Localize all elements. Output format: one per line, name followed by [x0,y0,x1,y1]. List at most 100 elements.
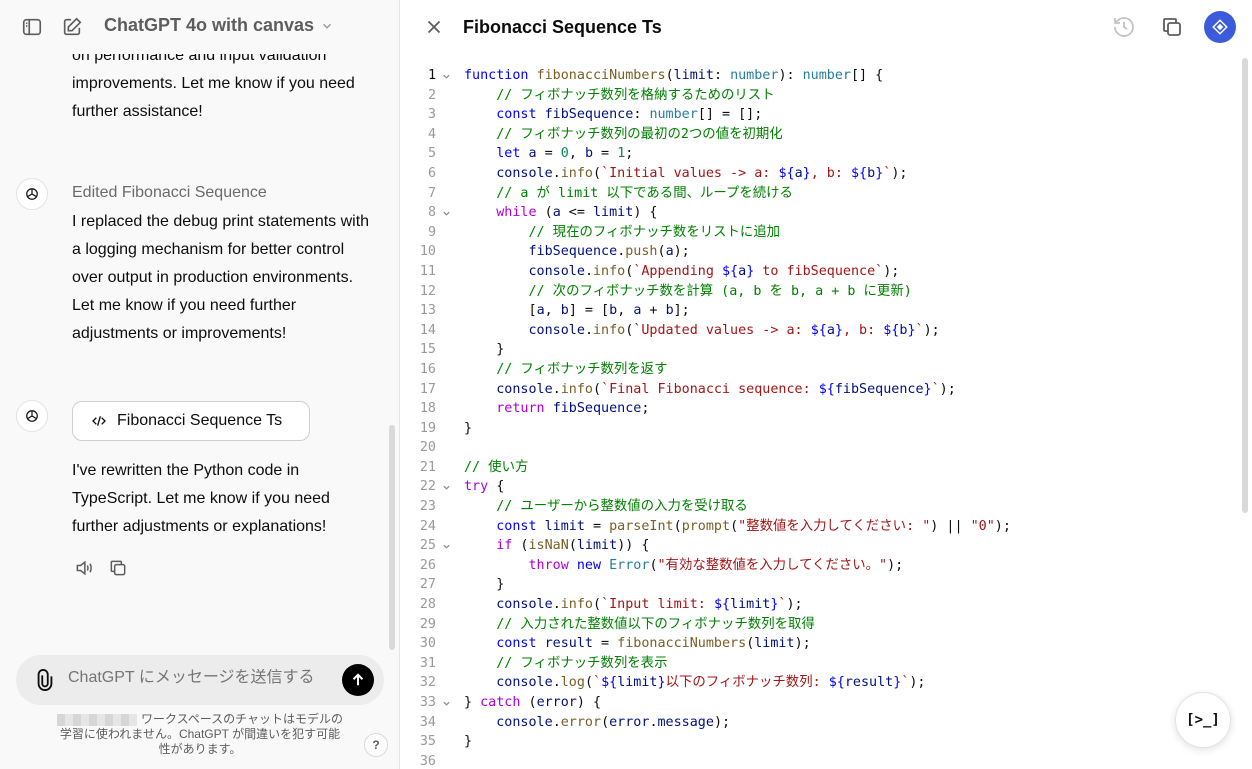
code-line[interactable]: 6 console.info(`Initial values -> a: ${a… [401,164,1241,184]
code-text: throw new Error("有効な整数値を入力してください。"); [528,557,904,573]
code-line[interactable]: 8 while (a <= limit) { [401,203,1241,223]
code-line[interactable]: 29 // 入力された整数値以下のフィボナッチ数列を取得 [401,615,1241,635]
code-line[interactable]: 36 [401,752,1241,769]
code-line[interactable]: 20 [401,438,1241,458]
fold-chevron-icon[interactable] [442,483,451,492]
line-number: 28 [419,597,436,613]
code-text: console.info(`Appending ${a} to fibSeque… [528,263,900,279]
code-line[interactable]: 26 throw new Error("有効な整数値を入力してください。"); [401,556,1241,576]
code-text: fibSequence.push(a); [528,244,690,260]
code-text: return fibSequence; [496,401,650,417]
code-line[interactable]: 35} [401,732,1241,752]
code-text: console.info(`Input limit: ${limit}`); [496,597,803,613]
toggle-sidebar-button[interactable] [20,15,44,39]
code-text: } [464,734,473,750]
line-number: 13 [419,303,436,319]
copy-icon[interactable] [1160,15,1184,39]
assistant-avatar [16,400,48,432]
fold-chevron-icon[interactable] [442,209,451,218]
code-line[interactable]: 18 return fibSequence; [401,399,1241,419]
redacted-text [56,713,137,726]
send-button[interactable] [342,664,374,696]
history-icon[interactable] [1112,15,1136,39]
code-line[interactable]: 31 // フィボナッチ数列を表示 [401,654,1241,674]
canvas-button-label: Fibonacci Sequence Ts [117,412,283,429]
line-number: 17 [419,381,436,397]
line-number: 36 [419,753,436,769]
message-input[interactable] [68,669,338,687]
chat-panel: on performance and input validation impr… [0,0,400,769]
code-line[interactable]: 11 console.info(`Appending ${a} to fibSe… [401,262,1241,282]
copy-icon[interactable] [108,558,128,578]
code-actions-button[interactable]: [>_] [1175,692,1231,748]
edit-icon [63,17,82,36]
code-line[interactable]: 32 console.log(`${limit}以下のフィボナッチ数列: ${r… [401,673,1241,693]
fold-chevron-icon[interactable] [442,72,451,81]
code-text: // 次のフィボナッチ数を計算 (a, b を b, a + b に更新) [528,283,912,299]
paperclip-icon[interactable] [34,668,56,692]
code-line[interactable]: 34 console.error(error.message); [401,713,1241,733]
code-line[interactable]: 16 // フィボナッチ数列を返す [401,360,1241,380]
model-selector[interactable]: ChatGPT 4o with canvas [104,15,334,36]
close-icon[interactable] [423,16,445,38]
line-number: 22 [419,479,436,495]
code-text: // フィボナッチ数列を格納するためのリスト [496,87,775,103]
code-line[interactable]: 33} catch (error) { [401,693,1241,713]
code-line[interactable]: 4 // フィボナッチ数列の最初の2つの値を初期化 [401,125,1241,145]
code-line[interactable]: 19} [401,419,1241,439]
code-text: console.log(`${limit}以下のフィボナッチ数列: ${resu… [496,675,926,691]
code-text: } [464,420,473,436]
line-number: 27 [419,577,436,593]
code-line[interactable]: 14 console.info(`Updated values -> a: ${… [401,321,1241,341]
code-text: while (a <= limit) { [496,205,658,221]
help-button[interactable]: ? [364,733,388,757]
code-line[interactable]: 21 // 使い方 [401,458,1241,478]
code-line[interactable]: 23 // ユーザーから整数値の入力を受け取る [401,497,1241,517]
line-number: 9 [427,224,436,240]
chat-scrollbar[interactable] [389,425,395,650]
line-number: 12 [419,283,436,299]
line-number: 1 [427,68,436,83]
code-line[interactable]: 24 const limit = parseInt(prompt("整数値を入力… [401,517,1241,537]
code-line[interactable]: 17 console.info(`Final Fibonacci sequenc… [401,380,1241,400]
code-line[interactable]: 30 const result = fibonacciNumbers(limit… [401,634,1241,654]
code-text: // a が limit 以下である間、ループを続ける [496,185,793,201]
code-line[interactable]: 15 } [401,340,1241,360]
code-line[interactable]: 12 // 次のフィボナッチ数を計算 (a, b を b, a + b に更新) [401,282,1241,302]
code-line[interactable]: 2 // フィボナッチ数列を格納するためのリスト [401,86,1241,106]
line-number: 24 [419,518,436,534]
fold-chevron-icon[interactable] [442,542,451,551]
terminal-icon: [>_] [1186,712,1220,728]
code-line[interactable]: 3 const fibSequence: number[] = []; [401,105,1241,125]
read-aloud-icon[interactable] [74,558,94,578]
share-button[interactable] [1204,11,1236,43]
line-number: 4 [427,126,436,142]
code-line[interactable]: 28 console.info(`Input limit: ${limit}`)… [401,595,1241,615]
code-text: const fibSequence: number[] = []; [496,107,763,123]
fold-chevron-icon[interactable] [442,699,451,708]
line-number: 35 [419,734,436,750]
code-line[interactable]: 27 } [401,575,1241,595]
code-line[interactable]: 1 function fibonacciNumbers(limit: number… [401,66,1241,86]
code-text: // ユーザーから整数値の入力を受け取る [496,499,748,515]
code-line[interactable]: 5 let a = 0, b = 1; [401,144,1241,164]
code-line[interactable]: 9 // 現在のフィボナッチ数をリストに追加 [401,223,1241,243]
assistant-avatar [16,178,48,210]
code-line[interactable]: 7 // a が limit 以下である間、ループを続ける [401,184,1241,204]
code-line[interactable]: 13 [a, b] = [b, a + b]; [401,301,1241,321]
code-line[interactable]: 25 if (isNaN(limit)) { [401,536,1241,556]
code-text: // フィボナッチ数列を表示 [496,655,668,671]
code-text: let a = 0, b = 1; [496,146,634,162]
code-line[interactable]: 10 fibSequence.push(a); [401,242,1241,262]
line-number: 18 [419,401,436,417]
open-canvas-button[interactable]: Fibonacci Sequence Ts [72,401,310,441]
new-chat-button[interactable] [60,15,84,39]
line-number: 5 [427,146,436,162]
code-line[interactable]: 22 try { [401,477,1241,497]
message-composer [16,655,384,705]
code-text: const result = fibonacciNumbers(limit); [496,636,811,652]
editor-scrollbar[interactable] [1242,58,1248,513]
line-number: 31 [419,655,436,671]
code-editor[interactable]: 1 function fibonacciNumbers(limit: number… [401,66,1241,769]
code-icon [92,416,106,426]
